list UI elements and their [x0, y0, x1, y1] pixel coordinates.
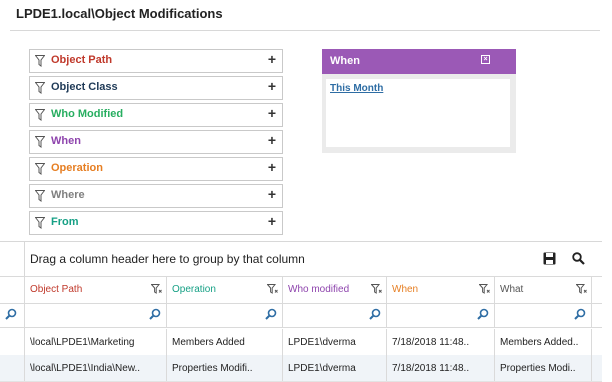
filter-where[interactable]: Where +: [29, 184, 283, 208]
filter-label: Who Modified: [51, 108, 124, 120]
column-header-when[interactable]: When: [387, 277, 495, 303]
funnel-icon: [35, 190, 45, 202]
column-header-operation[interactable]: Operation: [167, 277, 283, 303]
cell-text: Properties Modi..: [500, 363, 576, 374]
group-by-area[interactable]: Drag a column header here to group by th…: [24, 242, 602, 276]
search-icon[interactable]: [369, 308, 381, 320]
filter-operation[interactable]: Operation +: [29, 157, 283, 181]
funnel-icon: [35, 55, 45, 67]
filter-label: Where: [51, 189, 85, 201]
filter-row-indicator: [0, 303, 25, 327]
filter-who-modified[interactable]: Who Modified +: [29, 103, 283, 127]
filter-list: Object Path + Object Class + Who Modifie…: [29, 49, 283, 238]
add-filter-button[interactable]: +: [268, 213, 276, 229]
search-icon[interactable]: [5, 308, 17, 320]
column-label: Object Path: [30, 284, 83, 295]
column-label: What: [500, 284, 524, 295]
column-header-row: Object Path Operation Who modified When …: [0, 276, 602, 304]
column-label: Who modified: [288, 284, 350, 295]
column-filter-icon[interactable]: [576, 284, 587, 295]
title-divider: [10, 30, 600, 31]
table-cell[interactable]: Properties Modifi..: [167, 355, 283, 381]
cell-text: \local\LPDE1\Marketing: [30, 337, 135, 348]
funnel-icon: [35, 163, 45, 175]
when-panel-body: This Month: [326, 79, 510, 147]
table-cell[interactable]: LPDE1\dverma: [283, 355, 387, 381]
when-filter-panel: When × This Month: [322, 49, 516, 153]
filter-label: Object Class: [51, 81, 118, 93]
add-filter-button[interactable]: +: [268, 186, 276, 202]
when-panel-header: When ×: [322, 49, 516, 74]
column-filter-icon[interactable]: [479, 284, 490, 295]
funnel-icon: [35, 217, 45, 229]
cell-text: 7/18/2018 11:48..: [392, 363, 470, 374]
filter-label: From: [51, 216, 79, 228]
page-title: LPDE1.local\Object Modifications: [16, 6, 223, 21]
filter-cell-who-modified[interactable]: [283, 303, 387, 327]
table-cell[interactable]: 7/18/2018 11:48..: [387, 355, 495, 381]
row-indicator: [0, 329, 25, 355]
add-filter-button[interactable]: +: [268, 159, 276, 175]
table-cell[interactable]: \local\LPDE1\Marketing: [25, 329, 167, 355]
column-label: When: [392, 284, 419, 295]
row-indicator-header: [0, 277, 25, 303]
table-cell[interactable]: LPDE1\dverma: [283, 329, 387, 355]
table-cell[interactable]: Members Added: [167, 329, 283, 355]
cell-text: \local\LPDE1\India\New..: [30, 363, 141, 374]
filter-cell-operation[interactable]: [167, 303, 283, 327]
search-icon[interactable]: [574, 308, 586, 320]
filter-label: When: [51, 135, 81, 147]
table-cell[interactable]: 7/18/2018 11:48..: [387, 329, 495, 355]
add-filter-button[interactable]: +: [268, 132, 276, 148]
table-cell[interactable]: Members Added..: [495, 329, 592, 355]
search-icon[interactable]: [149, 308, 161, 320]
column-filter-row: [0, 303, 602, 328]
column-header-who-modified[interactable]: Who modified: [283, 277, 387, 303]
column-filter-icon[interactable]: [267, 284, 278, 295]
filter-object-path[interactable]: Object Path +: [29, 49, 283, 73]
add-filter-button[interactable]: +: [268, 51, 276, 67]
table-row[interactable]: \local\LPDE1\Marketing Members Added LPD…: [0, 329, 602, 356]
table-row[interactable]: \local\LPDE1\India\New.. Properties Modi…: [0, 355, 602, 382]
cell-text: Properties Modifi..: [172, 363, 253, 374]
column-header-what[interactable]: What: [495, 277, 592, 303]
filter-from[interactable]: From +: [29, 211, 283, 235]
add-filter-button[interactable]: +: [268, 78, 276, 94]
search-icon[interactable]: [477, 308, 489, 320]
table-cell[interactable]: \local\LPDE1\India\New..: [25, 355, 167, 381]
funnel-icon: [35, 82, 45, 94]
this-month-link[interactable]: This Month: [330, 83, 383, 94]
close-icon[interactable]: ×: [481, 55, 490, 64]
column-filter-icon[interactable]: [151, 284, 162, 295]
column-header-object-path[interactable]: Object Path: [25, 277, 167, 303]
cell-text: Members Added: [172, 337, 245, 348]
cell-text: 7/18/2018 11:48..: [392, 337, 470, 348]
filter-label: Object Path: [51, 54, 113, 66]
filter-when[interactable]: When +: [29, 130, 283, 154]
column-filter-icon[interactable]: [371, 284, 382, 295]
group-hint: Drag a column header here to group by th…: [30, 252, 305, 266]
filter-cell-object-path[interactable]: [25, 303, 167, 327]
search-icon[interactable]: [572, 252, 585, 265]
cell-text: LPDE1\dverma: [288, 337, 356, 348]
cell-text: Members Added..: [500, 337, 579, 348]
results-grid: Drag a column header here to group by th…: [0, 241, 602, 382]
funnel-icon: [35, 109, 45, 121]
save-icon[interactable]: [543, 252, 556, 265]
filter-label: Operation: [51, 162, 103, 174]
filter-object-class[interactable]: Object Class +: [29, 76, 283, 100]
column-label: Operation: [172, 284, 216, 295]
table-cell[interactable]: Properties Modi..: [495, 355, 592, 381]
filter-cell-what[interactable]: [495, 303, 592, 327]
when-panel-title: When: [330, 55, 360, 67]
cell-text: LPDE1\dverma: [288, 363, 356, 374]
row-indicator: [0, 355, 25, 381]
filter-cell-when[interactable]: [387, 303, 495, 327]
funnel-icon: [35, 136, 45, 148]
search-icon[interactable]: [265, 308, 277, 320]
add-filter-button[interactable]: +: [268, 105, 276, 121]
